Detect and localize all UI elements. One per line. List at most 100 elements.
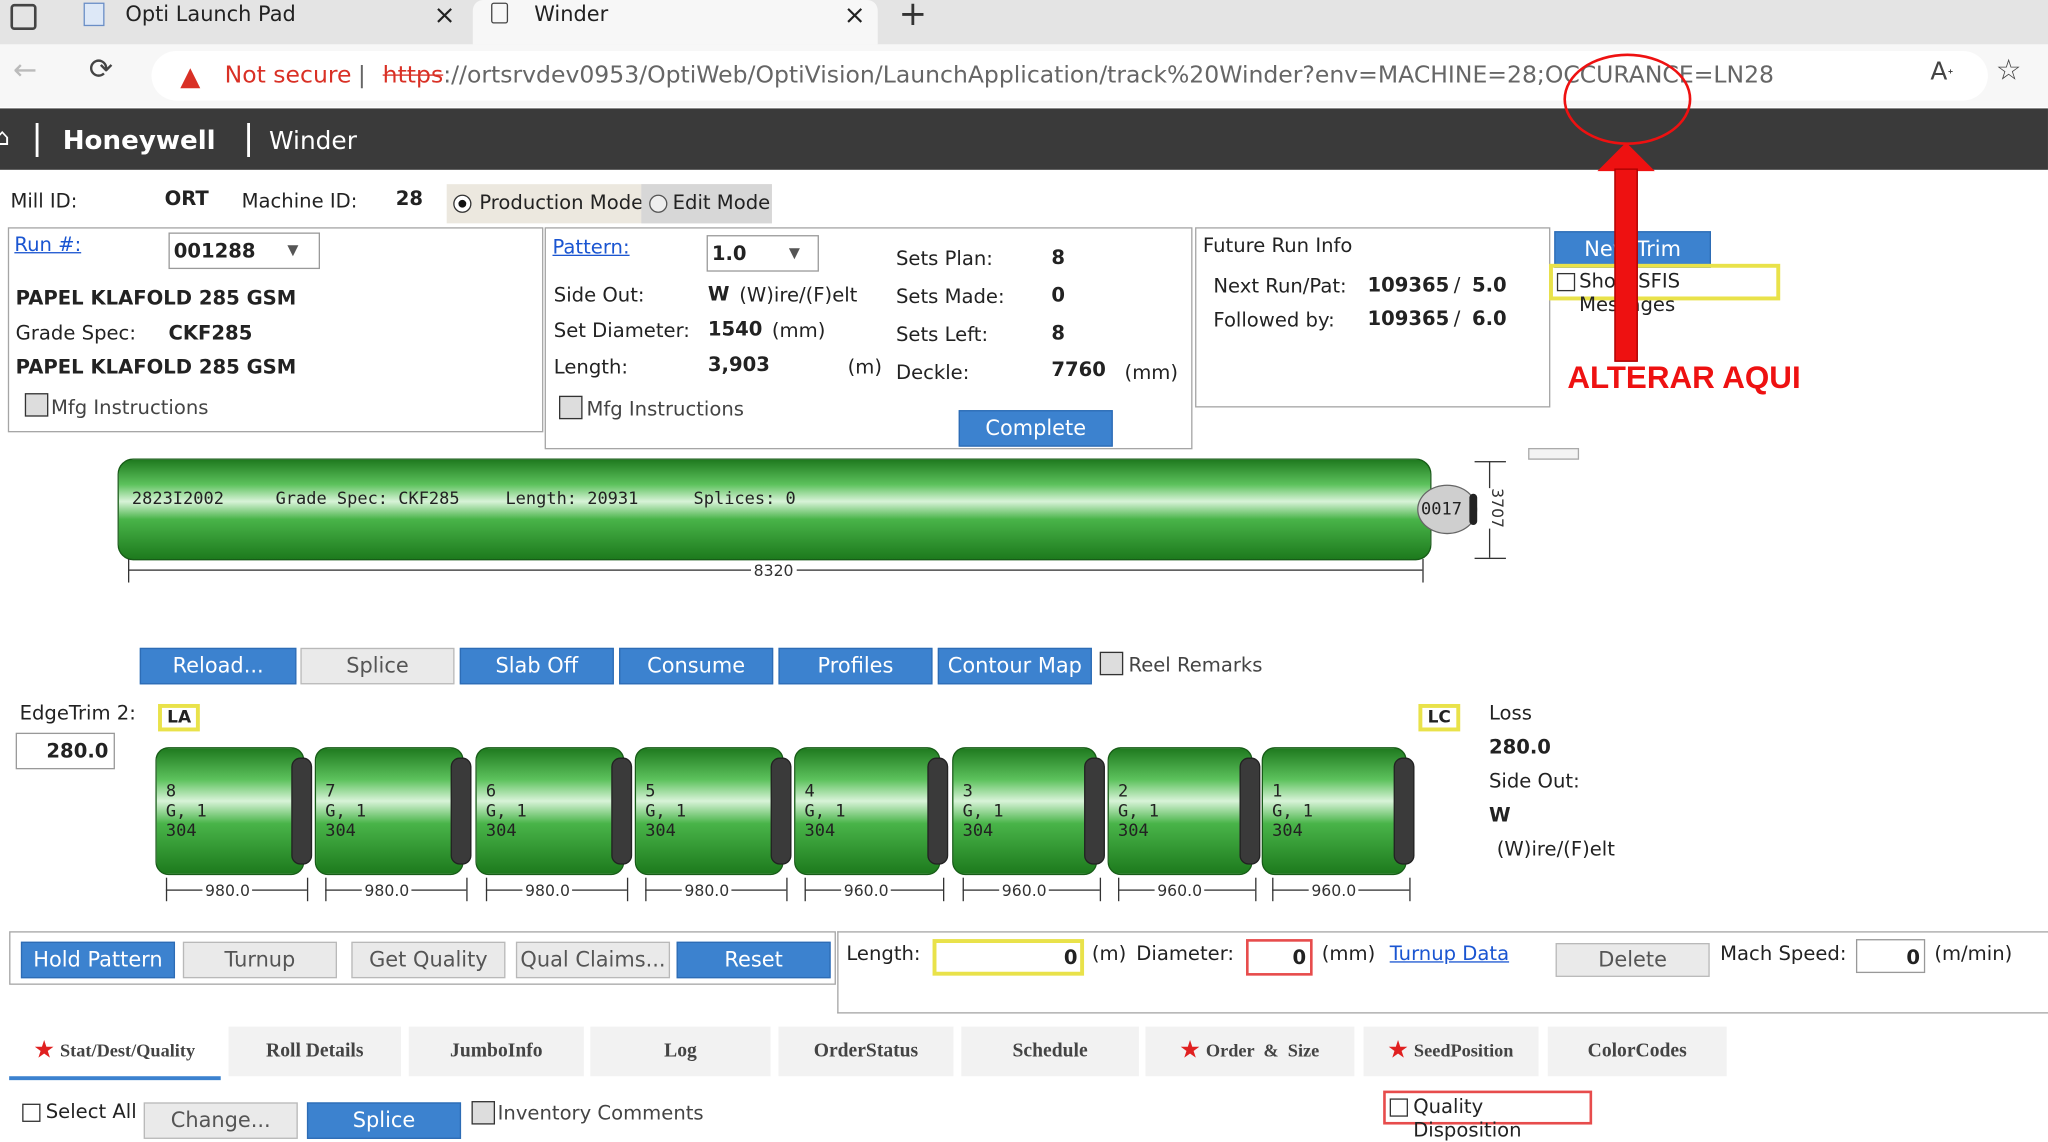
set-roll[interactable]: 7 G, 1 304	[314, 747, 464, 876]
reload-button[interactable]: Reload...	[139, 647, 297, 685]
close-icon[interactable]: ×	[844, 0, 866, 29]
new-tab-icon[interactable]: +	[899, 0, 927, 34]
turnup-data-link[interactable]: Turnup Data	[1390, 942, 1509, 966]
edit-mode-radio[interactable]	[649, 194, 668, 213]
set-roll[interactable]: 5 G, 1 304	[634, 747, 784, 876]
turnup-diameter-label: Diameter:	[1136, 941, 1235, 966]
length-value: 3,903	[707, 352, 770, 377]
delete-button[interactable]: Delete	[1555, 943, 1710, 977]
required-star-icon: ★	[34, 1039, 54, 1062]
tab-orderstatus[interactable]: OrderStatus	[778, 1026, 954, 1077]
turnup-length-field[interactable]: 0	[932, 939, 1085, 976]
get-quality-button[interactable]: Get Quality	[351, 941, 506, 979]
tab-seedposition[interactable]: ★ SeedPosition	[1363, 1026, 1539, 1077]
tab-schedule[interactable]: Schedule	[961, 1026, 1139, 1077]
slab-off-button[interactable]: Slab Off	[459, 647, 614, 685]
run-select[interactable]: 001288 ▼	[168, 232, 320, 270]
dim-tick	[962, 877, 964, 902]
hold-pattern-button[interactable]: Hold Pattern	[20, 941, 176, 979]
chevron-down-icon[interactable]: ▼	[789, 244, 800, 261]
tab-order-size[interactable]: ★ Order & Size	[1145, 1026, 1355, 1077]
reset-button[interactable]: Reset	[676, 941, 831, 979]
chevron-down-icon[interactable]: ▼	[287, 242, 298, 259]
mill-id-value: ORT	[164, 186, 209, 211]
turnup-diameter-field[interactable]: 0	[1246, 939, 1313, 976]
mfg-instructions-icon[interactable]	[24, 393, 49, 417]
roll-code: 304	[645, 821, 676, 842]
production-mode-radio[interactable]	[453, 194, 472, 213]
run-link[interactable]: Run #:	[14, 232, 81, 256]
window-switcher-icon[interactable]	[10, 3, 37, 31]
tab-roll-details[interactable]: Roll Details	[228, 1026, 401, 1077]
consume-button[interactable]: Consume	[619, 647, 774, 685]
edgetrim-field[interactable]: 280.0	[15, 732, 115, 770]
edit-mode-label[interactable]: Edit Mode	[673, 191, 771, 215]
set-roll[interactable]: 1 G, 1 304	[1261, 747, 1407, 876]
next-run-label: Next Run/Pat:	[1213, 274, 1347, 298]
set-diameter-value: 1540	[707, 317, 763, 341]
dim-tick	[1409, 877, 1411, 902]
set-roll[interactable]: 6 G, 1 304	[475, 747, 625, 876]
turnup-button[interactable]: Turnup	[182, 941, 337, 979]
quality-disposition-checkbox[interactable]	[1389, 1098, 1408, 1117]
url-field[interactable]: ▲ Not secure | https://ortsrvdev0953/Opt…	[151, 50, 1988, 101]
pattern-select[interactable]: 1.0 ▼	[706, 235, 819, 272]
reel-remarks-icon[interactable]	[1099, 651, 1124, 676]
mach-speed-field[interactable]: 0	[1855, 939, 1926, 974]
sets-left-label: Sets Left:	[895, 322, 989, 347]
tab-log[interactable]: Log	[590, 1026, 771, 1077]
tab-jumboinfo[interactable]: JumboInfo	[408, 1026, 584, 1077]
contour-map-button[interactable]: Contour Map	[937, 647, 1092, 685]
turnup-diameter-unit: (mm)	[1321, 941, 1376, 966]
loss-side-out-value: W	[1488, 803, 1511, 827]
pattern-link[interactable]: Pattern:	[552, 235, 629, 259]
roll-core	[450, 757, 472, 865]
inventory-comments-link[interactable]: Inventory Comments	[498, 1101, 704, 1125]
refresh-icon[interactable]: ⟳	[89, 54, 113, 87]
roll-code: 304	[325, 821, 356, 842]
close-icon[interactable]: ×	[434, 0, 456, 29]
home-icon[interactable]: ⌂	[0, 124, 10, 151]
url-scheme: https	[382, 61, 444, 89]
mfg-instructions-icon[interactable]	[559, 395, 583, 420]
followed-pattern-value: 6.0	[1471, 306, 1507, 331]
edit-mode-option[interactable]: Edit Mode	[641, 184, 772, 224]
quality-disposition-label[interactable]: Quality Disposition	[1413, 1095, 1589, 1142]
mfg-instructions-link[interactable]: Mfg Instructions	[586, 397, 744, 421]
production-mode-label[interactable]: Production Mode	[479, 191, 643, 215]
profiles-button[interactable]: Profiles	[778, 647, 933, 685]
loss-side-out-unit: (W)ire/(F)elt	[1496, 837, 1615, 861]
set-roll[interactable]: 3 G, 1 304	[952, 747, 1098, 876]
inventory-comments-icon[interactable]	[471, 1101, 496, 1125]
show-sfis-label[interactable]: Show SFIS Messages	[1579, 269, 1776, 316]
roll-num: 5	[645, 782, 656, 802]
set-roll[interactable]: 8 G, 1 304	[155, 747, 305, 876]
complete-button[interactable]: Complete	[958, 410, 1113, 447]
set-roll[interactable]: 2 G, 1 304	[1107, 747, 1253, 876]
read-aloud-icon[interactable]: Aᐩ	[1930, 57, 1953, 86]
tab-colorcodes[interactable]: ColorCodes	[1547, 1026, 1727, 1077]
show-sfis-checkbox[interactable]	[1556, 272, 1576, 292]
tab-title: Winder	[534, 1, 609, 27]
select-all-checkbox[interactable]	[22, 1103, 41, 1122]
tab-stat-dest-quality[interactable]: ★ Stat/Dest/Quality	[9, 1026, 221, 1081]
jumbo-reel[interactable]: 2823I2002 Grade Spec: CKF285 Length: 209…	[117, 458, 1432, 561]
reel-remarks-link[interactable]: Reel Remarks	[1128, 653, 1262, 677]
dim-tick	[325, 877, 327, 902]
mfg-instructions-link[interactable]: Mfg Instructions	[51, 396, 209, 420]
security-label[interactable]: Not secure	[225, 51, 352, 101]
back-icon[interactable]: ←	[13, 55, 37, 88]
change-button[interactable]: Change...	[143, 1102, 298, 1139]
show-sfis-messages-option[interactable]: Show SFIS Messages	[1549, 263, 1781, 316]
browser-tab-winder[interactable]: Winder ×	[472, 0, 878, 45]
brand-logo: Honeywell	[62, 124, 216, 156]
splice-button[interactable]: Splice	[300, 647, 455, 685]
select-all-label[interactable]: Select All	[46, 1100, 137, 1124]
followed-run-slash: /	[1453, 306, 1461, 331]
browser-tab-opti-launch-pad[interactable]: Opti Launch Pad ×	[68, 0, 466, 44]
set-roll[interactable]: 4 G, 1 304	[794, 747, 941, 876]
splice-bottom-button[interactable]: Splice	[306, 1102, 462, 1139]
quality-disposition-option[interactable]: Quality Disposition	[1383, 1090, 1593, 1142]
favorite-star-icon[interactable]: ☆	[1996, 55, 2022, 88]
qual-claims-button[interactable]: Qual Claims...	[515, 941, 671, 979]
